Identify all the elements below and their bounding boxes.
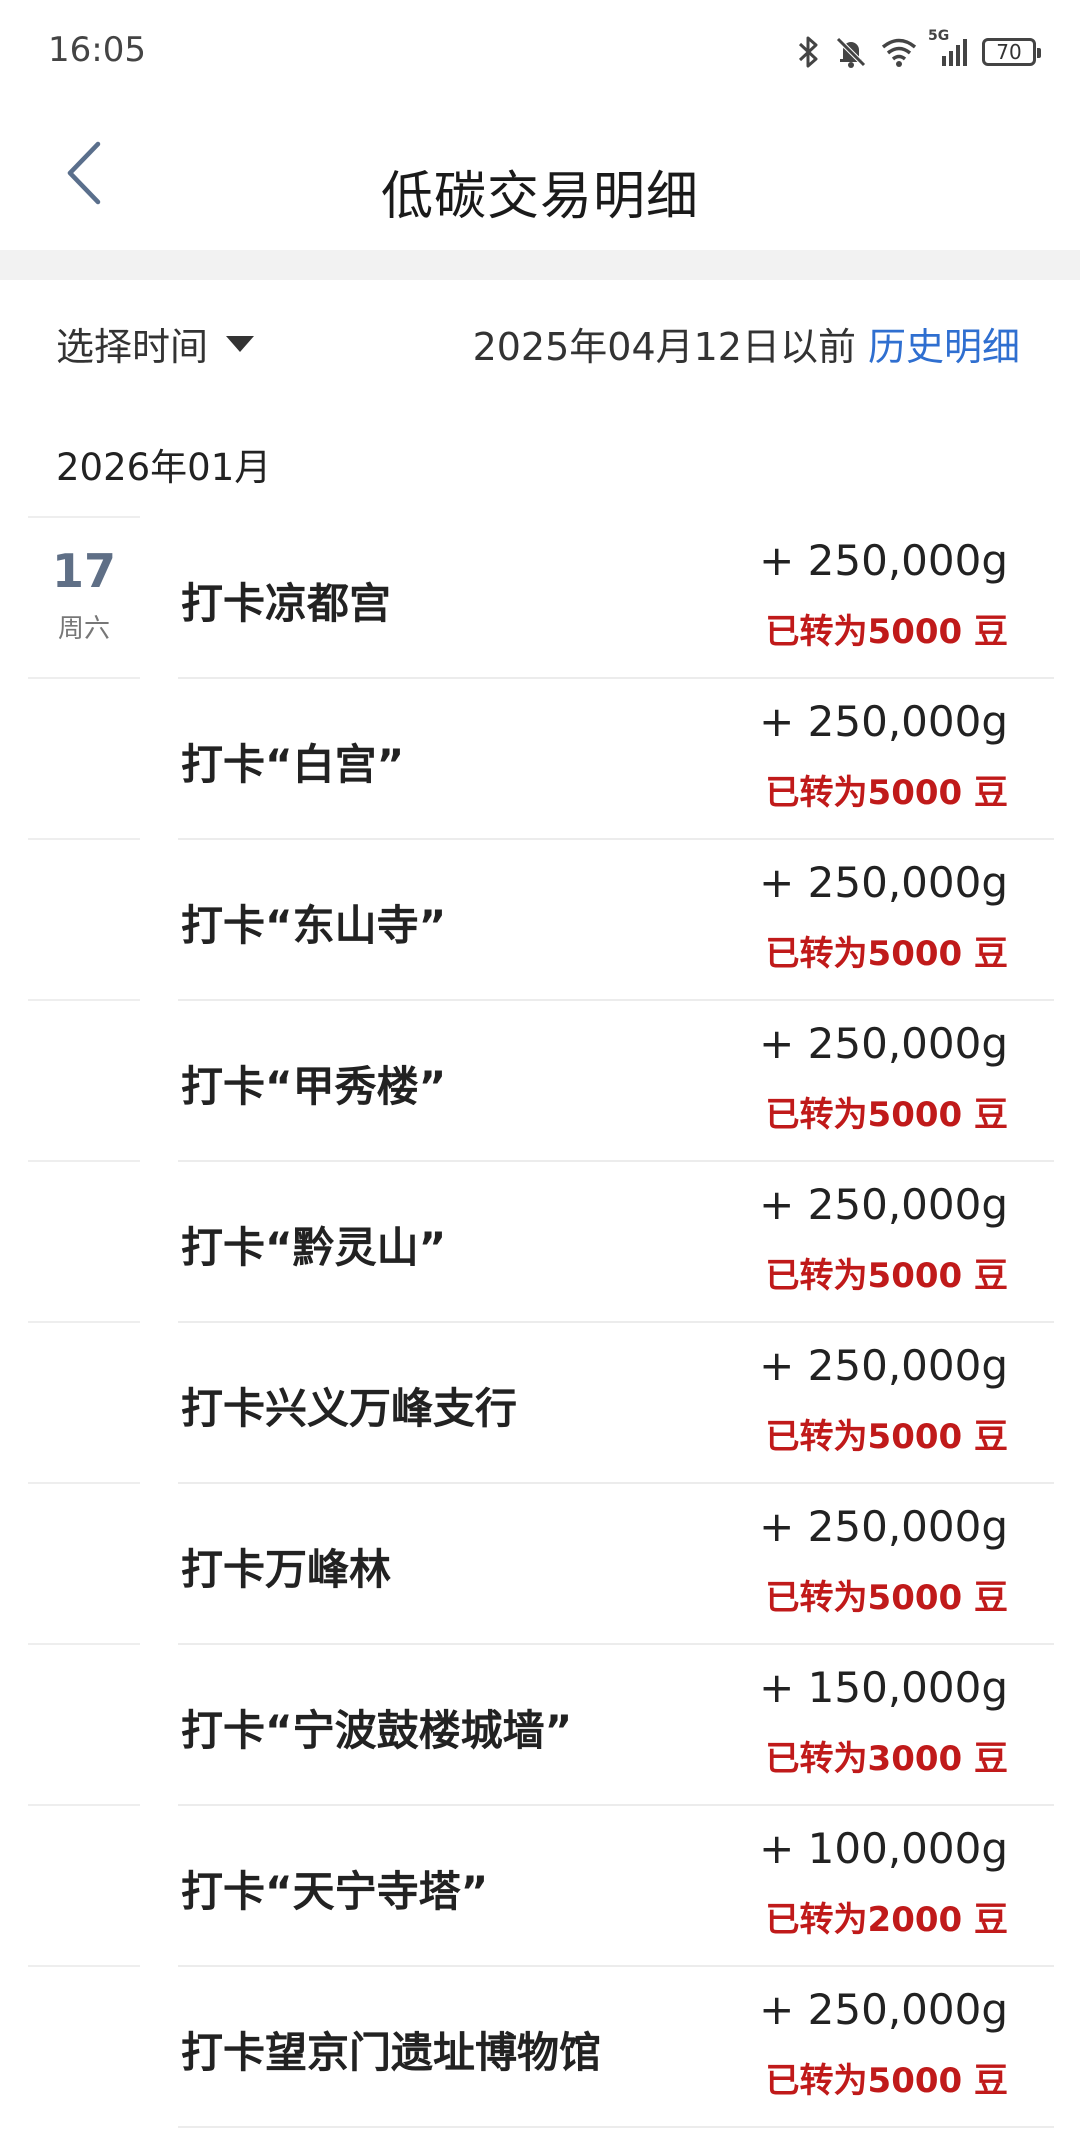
history-note: 2025年04月12日以前 [472,325,856,369]
status-time: 16:05 [48,30,146,70]
transaction-content: 打卡“东山寺” + 250,000g 已转为5000 豆 [178,838,1054,1001]
weekday-label: 周六 [57,614,110,644]
transaction-amount: + 250,000g [759,1502,1008,1551]
transaction-row[interactable]: 打卡“白宫” + 250,000g 已转为5000 豆 [0,677,1080,840]
transaction-content: 打卡万峰林 + 250,000g 已转为5000 豆 [178,1482,1054,1645]
transaction-row[interactable]: 打卡望京门遗址博物馆 + 250,000g 已转为5000 豆 [0,1965,1080,2128]
transaction-amount: + 100,000g [759,1824,1008,1873]
transaction-row[interactable]: 打卡“黔灵山” + 250,000g 已转为5000 豆 [0,1160,1080,1323]
date-column [28,677,140,838]
date-column [28,1321,140,1482]
date-column [28,999,140,1160]
transaction-row[interactable]: 打卡“甲秀楼” + 250,000g 已转为5000 豆 [0,999,1080,1162]
converted-beans: 已转为5000 豆 [765,934,1008,974]
battery-icon: 70 [982,38,1041,66]
converted-beans: 已转为3000 豆 [765,1739,1008,1779]
transaction-amount: + 250,000g [759,1341,1008,1390]
transaction-content: 打卡望京门遗址博物馆 + 250,000g 已转为5000 豆 [178,1965,1054,2128]
transaction-row[interactable]: 打卡“宁波鼓楼城墙” + 150,000g 已转为3000 豆 [0,1643,1080,1806]
transaction-amount: + 250,000g [759,1985,1008,2034]
date-column [28,1160,140,1321]
date-column [28,1482,140,1643]
wifi-icon [880,36,918,68]
converted-beans: 已转为5000 豆 [765,2061,1008,2101]
mute-bell-icon [834,35,868,69]
status-icons: 5G 70 [796,28,1041,74]
filter-row: 选择时间 2025年04月12日以前 历史明细 [0,280,1080,410]
date-column [28,838,140,999]
transaction-amount: + 250,000g [759,1019,1008,1068]
date-column [28,1965,140,2126]
select-time-label: 选择时间 [56,325,209,369]
network-type-label: 5G [928,28,950,44]
bluetooth-icon [796,35,822,69]
converted-beans: 已转为5000 豆 [765,1578,1008,1618]
transaction-row[interactable]: 打卡“天宁寺塔” + 100,000g 已转为2000 豆 [0,1804,1080,1967]
app-header: 低碳交易明细 [0,104,1080,250]
date-column [28,1643,140,1804]
history-section: 2025年04月12日以前 历史明细 [473,316,1020,371]
transaction-content: 打卡“白宫” + 250,000g 已转为5000 豆 [178,677,1054,840]
transaction-amount: + 250,000g [759,858,1008,907]
transaction-title: 打卡“甲秀楼” [181,1062,447,1111]
transaction-amount: + 250,000g [759,1180,1008,1229]
converted-beans: 已转为5000 豆 [765,1256,1008,1296]
transaction-amount: + 250,000g [759,697,1008,746]
day-number: 17 [51,544,116,598]
battery-level: 70 [996,40,1022,64]
converted-beans: 已转为2000 豆 [765,1900,1008,1940]
month-header: 2026年01月 [56,446,272,489]
transaction-title: 打卡望京门遗址博物馆 [181,2028,602,2077]
transaction-row[interactable]: 17 周六 打卡凉都宫 + 250,000g 已转为5000 豆 [0,516,1080,679]
transaction-title: 打卡凉都宫 [181,579,392,628]
converted-beans: 已转为5000 豆 [765,1095,1008,1135]
transaction-title: 打卡“天宁寺塔” [181,1867,489,1916]
transaction-amount: + 150,000g [759,1663,1008,1712]
transaction-content: 打卡“宁波鼓楼城墙” + 150,000g 已转为3000 豆 [178,1643,1054,1806]
date-column [28,1804,140,1965]
status-bar: 16:05 5G 70 [0,0,1080,104]
converted-beans: 已转为5000 豆 [765,612,1008,652]
transaction-content: 打卡凉都宫 + 250,000g 已转为5000 豆 [178,516,1054,679]
transaction-content: 打卡“甲秀楼” + 250,000g 已转为5000 豆 [178,999,1054,1162]
page-title: 低碳交易明细 [380,167,699,227]
date-column: 17 周六 [28,516,140,677]
transaction-title: 打卡“宁波鼓楼城墙” [181,1706,573,1755]
transaction-title: 打卡“白宫” [181,740,405,789]
transaction-content: 打卡“黔灵山” + 250,000g 已转为5000 豆 [178,1160,1054,1323]
transaction-title: 打卡“黔灵山” [181,1223,447,1272]
cellular-signal-icon: 5G [928,28,970,68]
header-divider [0,250,1080,280]
converted-beans: 已转为5000 豆 [765,1417,1008,1457]
transaction-content: 打卡兴义万峰支行 + 250,000g 已转为5000 豆 [178,1321,1054,1484]
transaction-row[interactable]: 打卡兴义万峰支行 + 250,000g 已转为5000 豆 [0,1321,1080,1484]
select-time-dropdown[interactable]: 选择时间 [56,316,255,371]
history-detail-link[interactable]: 历史明细 [868,316,1020,371]
caret-down-icon [226,335,255,352]
transaction-title: 打卡万峰林 [181,1545,392,1594]
transaction-title: 打卡“东山寺” [181,901,447,950]
transaction-row[interactable]: 打卡“东山寺” + 250,000g 已转为5000 豆 [0,838,1080,1001]
transaction-list: 17 周六 打卡凉都宫 + 250,000g 已转为5000 豆打卡“白宫” + 250,… [0,516,1080,2128]
transaction-title: 打卡兴义万峰支行 [181,1384,518,1433]
transaction-amount: + 250,000g [759,536,1008,585]
transaction-content: 打卡“天宁寺塔” + 100,000g 已转为2000 豆 [178,1804,1054,1967]
converted-beans: 已转为5000 豆 [765,773,1008,813]
transaction-row[interactable]: 打卡万峰林 + 250,000g 已转为5000 豆 [0,1482,1080,1645]
